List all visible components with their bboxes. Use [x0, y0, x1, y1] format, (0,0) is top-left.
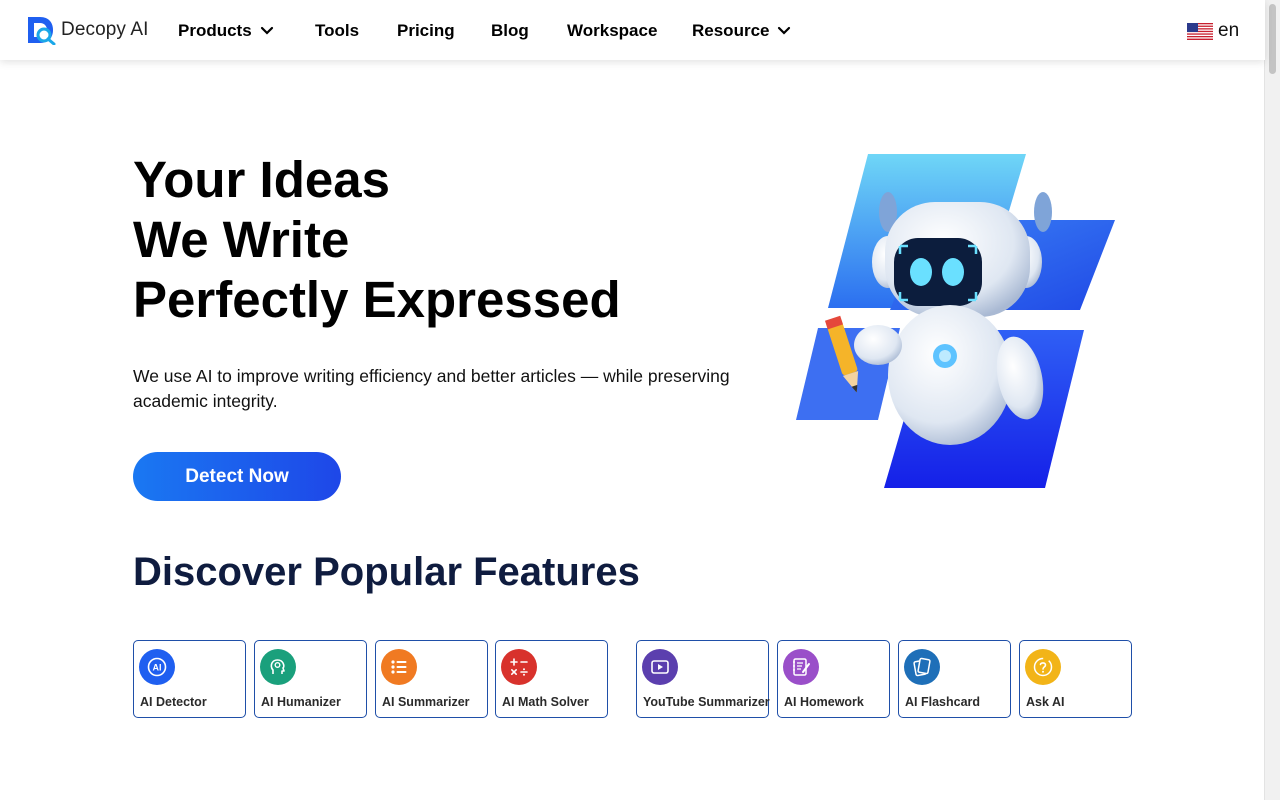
question-icon: [1025, 649, 1061, 685]
feature-card-label: Ask AI: [1026, 695, 1065, 709]
feature-card-label: AI Flashcard: [905, 695, 981, 709]
hero-title-line-3: Perfectly Expressed: [133, 271, 621, 328]
detect-now-button[interactable]: Detect Now: [133, 452, 341, 501]
nav-resource-label: Resource: [692, 21, 770, 40]
nav-blog[interactable]: Blog: [491, 21, 529, 41]
feature-card-label: YouTube Summarizer: [643, 695, 770, 709]
list-icon: [381, 649, 417, 685]
hero-title-line-2: We Write: [133, 211, 350, 268]
feature-card-ai-humanizer[interactable]: AI Humanizer: [254, 640, 367, 718]
nav-workspace[interactable]: Workspace: [567, 21, 657, 41]
language-label: en: [1218, 20, 1240, 41]
scrollbar-thumb[interactable]: [1269, 4, 1276, 74]
feature-card-label: AI Summarizer: [382, 695, 470, 709]
hero-subtitle: We use AI to improve writing efficiency …: [133, 366, 730, 411]
feature-card-ask-ai[interactable]: Ask AI: [1019, 640, 1132, 718]
logo-text: Decopy AI: [61, 19, 149, 40]
math-operators-icon: [501, 649, 537, 685]
top-navbar: Decopy AI Products Tools Pricing Blog Wo…: [0, 0, 1265, 60]
feature-card-ai-homework[interactable]: AI Homework: [777, 640, 890, 718]
feature-card-ai-summarizer[interactable]: AI Summarizer: [375, 640, 488, 718]
feature-card-label: AI Homework: [784, 695, 864, 709]
logo[interactable]: Decopy AI: [26, 15, 149, 46]
notebook-pen-icon: [783, 649, 819, 685]
video-play-icon: [642, 649, 678, 685]
chevron-down-icon: [260, 26, 273, 35]
us-flag-icon: [1187, 22, 1213, 40]
nav-tools[interactable]: Tools: [315, 21, 359, 41]
feature-card-ai-math-solver[interactable]: AI Math Solver: [495, 640, 608, 718]
nav-resource[interactable]: Resource: [692, 21, 791, 41]
humanizer-head-icon: [260, 649, 296, 685]
chevron-down-icon: [778, 26, 791, 35]
feature-card-label: AI Detector: [140, 695, 207, 709]
nav-products-label: Products: [178, 21, 252, 40]
decopy-logo-icon: [26, 15, 58, 46]
language-switcher[interactable]: en: [1187, 20, 1239, 42]
feature-card-ai-detector[interactable]: AI AI Detector: [133, 640, 246, 718]
flashcard-icon: [904, 649, 940, 685]
svg-text:AI: AI: [153, 663, 162, 673]
hero-title-line-1: Your Ideas: [133, 151, 390, 208]
feature-card-ai-flashcard[interactable]: AI Flashcard: [898, 640, 1011, 718]
nav-products[interactable]: Products: [178, 21, 274, 41]
ai-detector-icon: AI: [139, 649, 175, 685]
page-scrollbar[interactable]: [1264, 0, 1280, 800]
robot-illustration: [790, 150, 1120, 495]
features-title: Discover Popular Features: [133, 550, 640, 594]
feature-card-youtube-summarizer[interactable]: YouTube Summarizer: [636, 640, 770, 718]
feature-card-label: AI Humanizer: [261, 695, 341, 709]
hero-title: Your Ideas We Write Perfectly Expressed: [133, 150, 621, 330]
feature-card-label: AI Math Solver: [502, 695, 589, 709]
nav-pricing[interactable]: Pricing: [397, 21, 455, 41]
